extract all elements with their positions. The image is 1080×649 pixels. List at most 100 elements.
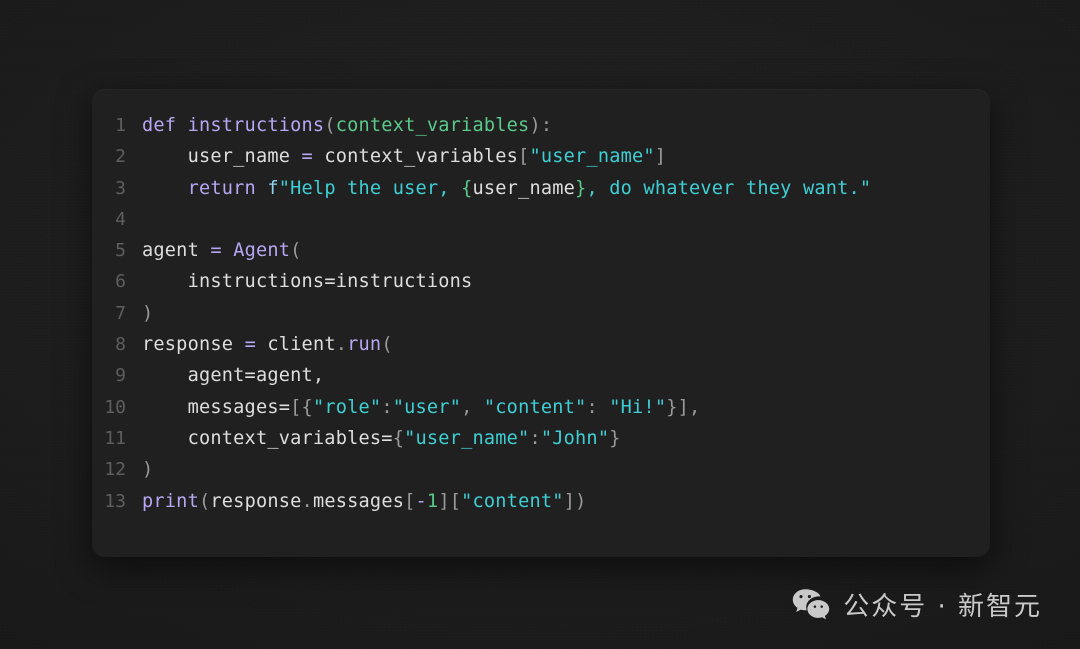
code-token: "Help the user, [278, 177, 462, 199]
line-number: 12 [104, 459, 126, 481]
code-token: Agent [233, 240, 291, 262]
code-token: { [392, 427, 405, 449]
code-line-content[interactable]: context_variables={"user_name":"John"} [142, 423, 990, 454]
code-block-content[interactable]: 1 def instructions(context_variables): 2 u… [92, 89, 990, 557]
line-number: 8 [115, 334, 126, 356]
code-token: response [142, 334, 245, 356]
code-token: = [381, 427, 393, 449]
code-token: response [210, 490, 302, 512]
code-token: = [278, 396, 291, 418]
code-token: : [586, 396, 610, 418]
code-line-content[interactable]: instructions=instructions [142, 266, 990, 297]
code-token: "user_name" [404, 427, 530, 449]
code-line-content[interactable]: response = client.run( [142, 329, 990, 360]
code-token: . [301, 490, 313, 512]
code-token: "user_name" [529, 146, 655, 168]
code-line: 12) [92, 454, 990, 485]
code-token: context_variables [335, 115, 530, 136]
code-line-content[interactable]: ) [142, 298, 990, 329]
code-token: instructions [142, 271, 325, 293]
code-token: 1 [426, 490, 439, 512]
code-token: agent=agent, [142, 365, 325, 387]
code-token: { [461, 177, 473, 199]
code-token: ( [324, 115, 336, 136]
code-token: [{ [290, 396, 313, 418]
code-token: [ [518, 146, 530, 168]
code-token: = [324, 271, 336, 293]
code-token: agent [142, 240, 211, 262]
code-token: = [210, 240, 222, 262]
line-number: 7 [115, 302, 126, 324]
code-token: ( [290, 240, 302, 262]
code-token: "content" [483, 396, 587, 418]
line-number: 4 [115, 208, 126, 230]
code-token: ][ [438, 490, 462, 512]
line-number: 3 [115, 177, 126, 199]
code-token: } [609, 427, 621, 449]
code-token: : [529, 427, 541, 449]
code-line-content[interactable]: ) [142, 454, 990, 485]
code-line: 8 response = client.run( [92, 329, 990, 360]
watermark-text: 公众号 · 新智元 [843, 592, 1042, 622]
code-line: 7) [92, 298, 990, 329]
code-token: } [575, 177, 587, 199]
code-line-content[interactable]: agent=agent, [142, 360, 990, 391]
line-number: 11 [104, 427, 126, 449]
code-token: f [267, 177, 279, 199]
code-token: "John" [540, 427, 610, 449]
code-token: ( [198, 490, 211, 512]
code-block-card: 1 def instructions(context_variables): 2 u… [92, 89, 990, 557]
code-token: "content" [461, 490, 564, 512]
code-token: client [255, 334, 336, 356]
code-line: 11 context_variables={"user_name":"John"… [92, 423, 990, 454]
wechat-icon [792, 588, 830, 621]
code-token: = [301, 146, 313, 168]
code-line: 4 [92, 204, 990, 235]
code-line: 10 messages=[{"role":"user", "content": … [92, 392, 990, 423]
code-token: ( [381, 334, 393, 356]
screenshot-root: 1 def instructions(context_variables): 2 u… [0, 0, 1080, 649]
code-token: : [381, 396, 393, 418]
code-token: "role" [312, 396, 382, 418]
code-token: run [347, 334, 382, 356]
code-line: 3 return f"Help the user, {user_name}, d… [92, 173, 990, 204]
code-line: 5 agent = Agent( [92, 235, 990, 266]
code-token: - [415, 490, 427, 512]
code-line-content[interactable]: print(response.messages[-1]["content"]) [142, 486, 990, 517]
code-token: user_name [142, 146, 302, 168]
watermark: 公众号 · 新智元 [792, 586, 1042, 623]
code-token: . [335, 334, 348, 356]
code-token: [ [404, 490, 416, 512]
code-line: 2 user_name = context_variables["user_na… [92, 141, 990, 172]
code-token: user_name [472, 177, 576, 199]
code-line: 1 def instructions(context_variables): [92, 110, 990, 141]
code-token: "user" [392, 396, 462, 418]
code-token: , [461, 396, 484, 418]
code-token: def [142, 115, 188, 136]
code-line-content[interactable]: user_name = context_variables["user_name… [142, 141, 990, 172]
code-token: messages [312, 490, 405, 512]
code-line-content[interactable]: def instructions(context_variables): [142, 110, 990, 141]
code-token: ) [142, 302, 154, 324]
line-number: 13 [104, 490, 126, 512]
code-token: , do whatever they want." [586, 177, 872, 199]
code-token: : [540, 115, 553, 136]
code-token: instructions [335, 271, 473, 293]
code-line-content[interactable]: return f"Help the user, {user_name}, do … [142, 173, 990, 204]
code-token: context_variables [142, 427, 382, 449]
line-number: 1 [115, 115, 126, 136]
line-number: 9 [115, 365, 126, 387]
code-line: 6 instructions=instructions [92, 266, 990, 297]
line-number: 10 [104, 396, 126, 418]
code-token: }], [666, 396, 701, 418]
code-token: ) [142, 459, 154, 481]
code-token: = [244, 334, 256, 356]
code-line-content[interactable]: messages=[{"role":"user", "content": "Hi… [142, 392, 990, 423]
code-token: context_variables [312, 146, 519, 168]
code-line-content[interactable]: agent = Agent( [142, 235, 990, 266]
code-token: print [142, 490, 199, 512]
code-line: 13 print(response.messages[-1]["content"]… [92, 486, 990, 517]
